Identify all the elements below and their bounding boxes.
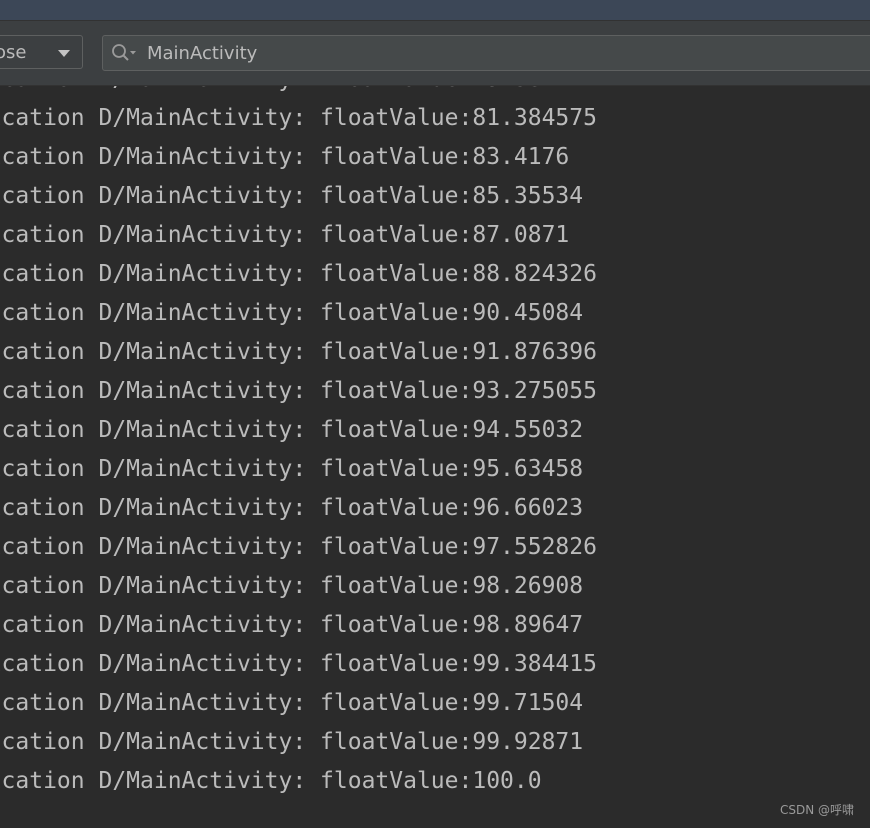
log-line[interactable]: plication D/MainActivity: floatValue:99.… — [0, 645, 597, 684]
search-icon[interactable] — [111, 43, 139, 63]
log-line[interactable]: plication D/MainActivity: floatValue:81.… — [0, 99, 597, 138]
log-lines: plication D/MainActivity: floatValue:79.… — [0, 86, 597, 801]
log-level-value: ose — [0, 42, 27, 63]
logcat-window: ose plication D/MainActivity: floatValue… — [0, 0, 870, 828]
log-line[interactable]: plication D/MainActivity: floatValue:93.… — [0, 372, 597, 411]
log-line[interactable]: plication D/MainActivity: floatValue:97.… — [0, 528, 597, 567]
search-box[interactable] — [102, 35, 870, 71]
search-input[interactable] — [147, 39, 847, 67]
log-line[interactable]: plication D/MainActivity: floatValue:98.… — [0, 606, 597, 645]
log-line[interactable]: plication D/MainActivity: floatValue:87.… — [0, 216, 597, 255]
log-line[interactable]: plication D/MainActivity: floatValue:91.… — [0, 333, 597, 372]
log-line[interactable]: plication D/MainActivity: floatValue:79.… — [0, 86, 597, 99]
log-line[interactable]: plication D/MainActivity: floatValue:85.… — [0, 177, 597, 216]
log-line[interactable]: plication D/MainActivity: floatValue:98.… — [0, 567, 597, 606]
log-line[interactable]: plication D/MainActivity: floatValue:99.… — [0, 684, 597, 723]
log-output-area[interactable]: plication D/MainActivity: floatValue:79.… — [0, 86, 870, 828]
watermark: CSDN @呼啸 — [779, 803, 854, 817]
log-line[interactable]: plication D/MainActivity: floatValue:100… — [0, 762, 597, 801]
log-level-dropdown[interactable]: ose — [0, 35, 83, 69]
log-line[interactable]: plication D/MainActivity: floatValue:88.… — [0, 255, 597, 294]
window-title-strip — [0, 0, 870, 21]
log-line[interactable]: plication D/MainActivity: floatValue:83.… — [0, 138, 597, 177]
log-line[interactable]: plication D/MainActivity: floatValue:96.… — [0, 489, 597, 528]
log-line[interactable]: plication D/MainActivity: floatValue:90.… — [0, 294, 597, 333]
chevron-down-icon — [58, 50, 70, 57]
log-line[interactable]: plication D/MainActivity: floatValue:99.… — [0, 723, 597, 762]
log-line[interactable]: plication D/MainActivity: floatValue:94.… — [0, 411, 597, 450]
log-line[interactable]: plication D/MainActivity: floatValue:95.… — [0, 450, 597, 489]
logcat-toolbar: ose — [0, 21, 870, 86]
